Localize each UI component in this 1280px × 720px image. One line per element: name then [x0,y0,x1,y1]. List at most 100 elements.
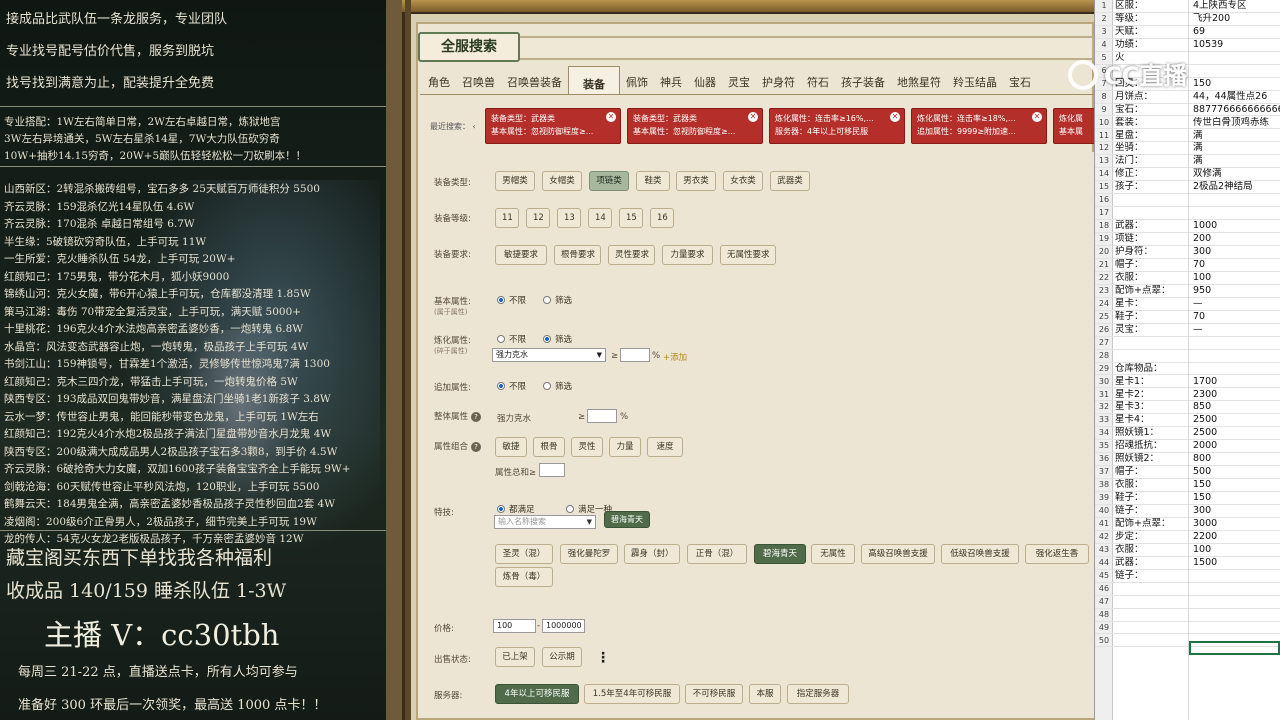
server-option[interactable]: 本服 [749,684,781,704]
tab-3[interactable]: 装备 [568,66,620,94]
cell-a[interactable]: 衣服： [1115,544,1189,556]
refine-value-input[interactable] [620,348,650,362]
cell-b[interactable]: 300 [1193,505,1280,517]
skill-option[interactable]: 低级召唤兽支援 [941,544,1019,564]
cell-b[interactable]: 70 [1193,259,1280,271]
cell-b[interactable]: 传世白骨顶鸡赤练 [1193,117,1280,129]
help-icon[interactable]: ? [471,442,482,452]
extra-filter-radio[interactable]: 筛选 [543,380,572,392]
equip-level-option[interactable]: 11 [495,208,519,228]
cell-b[interactable]: 150 [1193,492,1280,504]
cell-a[interactable]: 法门： [1115,155,1189,167]
cell-a[interactable]: 月饼点： [1115,91,1189,103]
equip-level-option[interactable]: 16 [650,208,674,228]
cell-a[interactable]: 星卡： [1115,298,1189,310]
selected-cell[interactable] [1189,641,1280,655]
cell-a[interactable]: 孩子： [1115,181,1189,193]
attr-sum-input[interactable] [539,463,565,477]
cell-a[interactable]: 天赋： [1115,26,1189,38]
cell-b[interactable]: 69 [1193,26,1280,38]
skill-option[interactable]: 正骨（混） [687,544,747,564]
equip-type-option[interactable]: 武器类 [770,171,810,191]
skill-chip[interactable]: 碧海青天 [604,511,650,528]
recent-search-card[interactable]: 装备类型：武器类 基本属性：忽视防御程度≥... ✕ [627,108,763,144]
cell-a[interactable]: 星卡3： [1115,401,1189,413]
cell-b[interactable]: 8877766666666666 [1193,104,1280,116]
attr-combo-option[interactable]: 根骨 [533,437,565,457]
cell-a[interactable]: 帽子： [1115,259,1189,271]
close-icon[interactable]: ✕ [1032,112,1042,122]
tab-9[interactable]: 符石 [801,66,835,94]
cell-a[interactable]: 区服： [1115,0,1189,12]
sale-status-option[interactable]: 已上架 [495,647,535,667]
cell-b[interactable]: 1000 [1193,220,1280,232]
equip-req-option[interactable]: 灵性要求 [608,245,655,265]
cell-b[interactable]: 2300 [1193,389,1280,401]
cell-b[interactable]: 850 [1193,401,1280,413]
cell-a[interactable]: 鞋子： [1115,492,1189,504]
cell-b[interactable]: 300 [1193,246,1280,258]
cell-b[interactable]: 2000 [1193,440,1280,452]
attr-combo-option[interactable]: 敏捷 [495,437,527,457]
cell-b[interactable]: — [1193,298,1280,310]
tab-8[interactable]: 护身符 [756,66,801,94]
skill-option[interactable]: 圣灵（混） [495,544,553,564]
cell-a[interactable]: 护身符： [1115,246,1189,258]
cell-a[interactable]: 等级： [1115,13,1189,25]
equip-type-option[interactable]: 男帽类 [495,171,535,191]
cell-b[interactable]: 2500 [1193,427,1280,439]
cell-a[interactable]: 照妖镜2： [1115,453,1189,465]
scroll-left-icon[interactable]: ‹ [473,122,476,131]
cell-a[interactable]: 星卡1： [1115,376,1189,388]
cell-a[interactable]: 仓库物品： [1115,363,1189,375]
cell-a[interactable]: 照妖镜1： [1115,427,1189,439]
help-icon[interactable]: ? [471,412,482,422]
attr-combo-option[interactable]: 速度 [647,437,683,457]
skill-option[interactable]: 霹身（封） [624,544,680,564]
price-max-input[interactable]: 1000000 [542,619,585,633]
cell-b[interactable]: 4上陕西专区 [1193,0,1280,12]
cell-b[interactable]: 500 [1193,466,1280,478]
recent-search-card[interactable]: 炼化属性：连击率≥16%,... 服务器：4年以上可移民服 ✕ [769,108,905,144]
cell-b[interactable]: — [1193,324,1280,336]
equip-type-option[interactable]: 项链类 [589,171,629,191]
add-attr-link[interactable]: +添加 [663,351,687,363]
cell-a[interactable]: 星卡2： [1115,389,1189,401]
cell-b[interactable]: 800 [1193,453,1280,465]
skill-option[interactable]: 强化返生香 [1025,544,1089,564]
equip-level-option[interactable]: 15 [619,208,643,228]
tab-0[interactable]: 角色 [422,66,456,94]
cell-a[interactable]: 招魂抵抗： [1115,440,1189,452]
cell-a[interactable]: 链子： [1115,570,1189,582]
cell-a[interactable]: 星卡4： [1115,414,1189,426]
skill-option[interactable]: 无属性 [811,544,855,564]
cell-b[interactable]: 150 [1193,479,1280,491]
equip-level-option[interactable]: 14 [588,208,612,228]
cell-a[interactable]: 武器： [1115,557,1189,569]
cell-a[interactable]: 功绩： [1115,39,1189,51]
cell-b[interactable]: 950 [1193,285,1280,297]
equip-level-option[interactable]: 12 [526,208,550,228]
attr-combo-option[interactable]: 力量 [609,437,641,457]
price-min-input[interactable]: 100 [493,619,536,633]
base-filter-radio[interactable]: 筛选 [543,294,572,306]
sale-status-option[interactable]: 公示期 [542,647,582,667]
cell-b[interactable]: 100 [1193,544,1280,556]
server-option[interactable]: 不可移民服 [685,684,743,704]
skill-option[interactable]: 碧海青天 [754,544,806,564]
equip-req-option[interactable]: 根骨要求 [554,245,601,265]
cell-a[interactable]: 配饰+点翠： [1115,518,1189,530]
skill-option[interactable]: 炼骨（毒） [495,567,553,587]
cell-b[interactable]: 飞升200 [1193,13,1280,25]
cell-a[interactable]: 衣服： [1115,479,1189,491]
tab-1[interactable]: 召唤兽 [456,66,501,94]
cell-b[interactable]: 满 [1193,155,1280,167]
cell-b[interactable]: 2500 [1193,414,1280,426]
attr-combo-option[interactable]: 灵性 [571,437,603,457]
cell-a[interactable]: 步定： [1115,531,1189,543]
tab-13[interactable]: 宝石 [1003,66,1037,94]
equip-type-option[interactable]: 女帽类 [542,171,582,191]
cell-b[interactable]: 满 [1193,130,1280,142]
tab-6[interactable]: 仙器 [688,66,722,94]
server-option[interactable]: 1.5年至4年可移民服 [584,684,680,704]
